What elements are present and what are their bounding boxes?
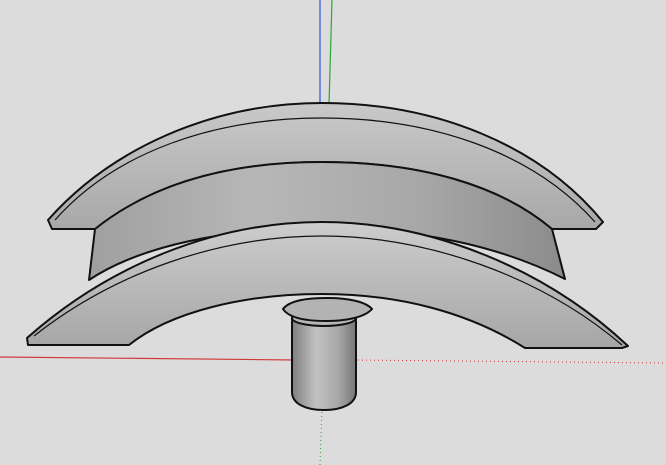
shaft-cylinder [291, 317, 357, 412]
red-axis-solid [0, 356, 297, 361]
sketchup-3d-viewport[interactable] [0, 0, 666, 465]
shaft-collar [281, 296, 374, 323]
green-axis-dotted [319, 407, 323, 465]
green-axis-line [328, 0, 333, 105]
model-scene[interactable] [0, 0, 666, 465]
red-axis-dotted [353, 359, 666, 364]
